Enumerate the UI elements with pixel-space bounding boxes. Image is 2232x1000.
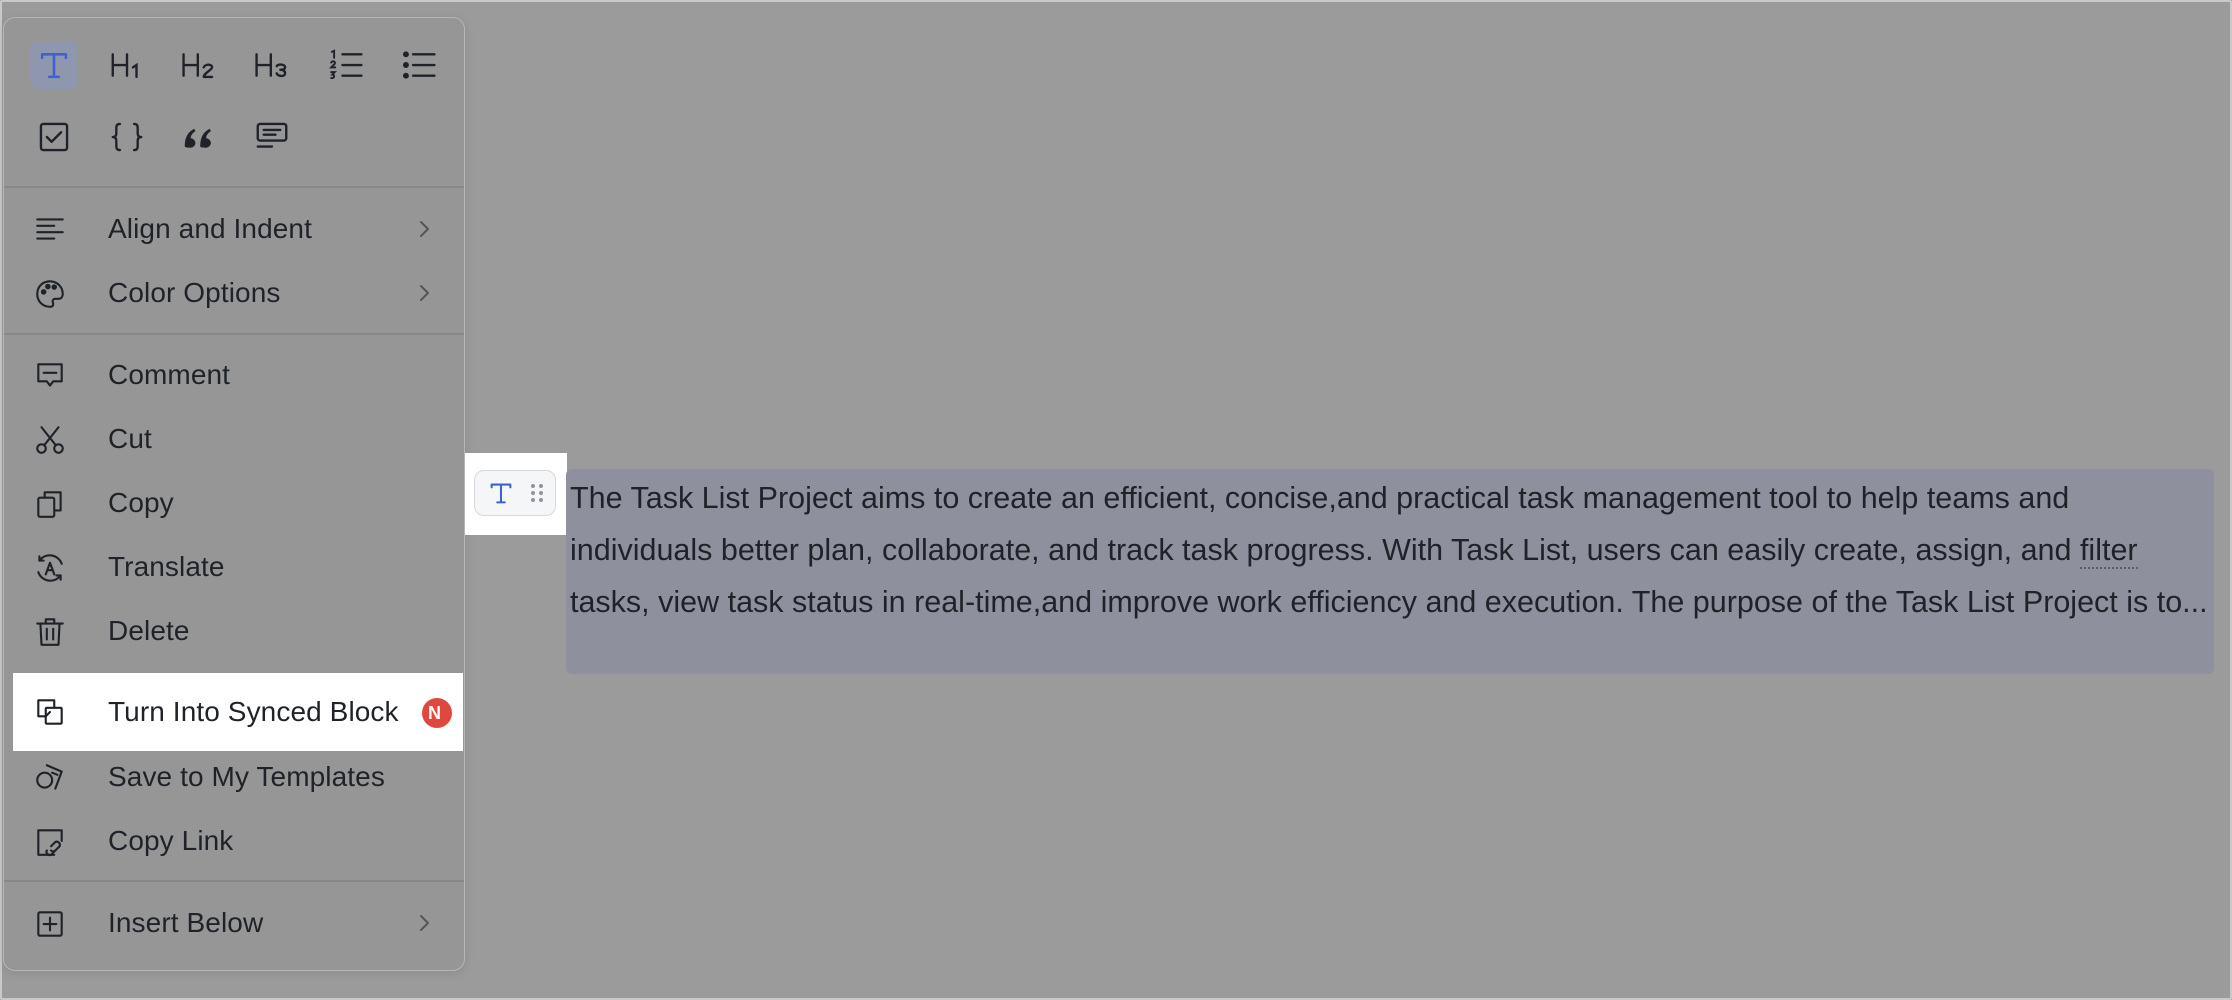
- quote-icon[interactable]: [175, 113, 223, 161]
- text-icon[interactable]: [30, 41, 78, 89]
- paragraph-text: The Task List Project aims to create an …: [570, 481, 2080, 567]
- trash-icon: [32, 614, 68, 650]
- scissors-icon: [32, 422, 68, 458]
- new-badge: N: [422, 698, 452, 728]
- translate-item[interactable]: Translate: [4, 536, 464, 598]
- color-options-label: Color Options: [108, 277, 281, 308]
- copy-item[interactable]: Copy: [4, 472, 464, 534]
- translate-icon: [32, 550, 68, 586]
- insert-below-item[interactable]: Insert Below: [4, 892, 464, 954]
- align-indent-label: Align and Indent: [108, 213, 312, 244]
- templates-icon: [32, 760, 68, 796]
- checkbox-icon[interactable]: [30, 113, 78, 161]
- cut-label: Cut: [108, 423, 152, 454]
- copy-link-item[interactable]: Copy Link: [4, 810, 464, 872]
- translate-label: Translate: [108, 551, 225, 582]
- menu-divider: [4, 333, 464, 335]
- synced-block-icon: [32, 694, 68, 730]
- align-left-icon: [32, 212, 68, 248]
- block-handle-highlight: [465, 453, 567, 535]
- save-templates-item[interactable]: Save to My Templates: [4, 746, 464, 808]
- heading2-icon[interactable]: [175, 41, 223, 89]
- save-templates-label: Save to My Templates: [108, 761, 385, 792]
- comment-label: Comment: [108, 359, 231, 390]
- cut-item[interactable]: Cut: [4, 408, 464, 470]
- new-badge-clip: N: [413, 673, 454, 751]
- bullet-list-icon[interactable]: [395, 41, 443, 89]
- delete-label: Delete: [108, 615, 190, 646]
- comment-icon: [32, 358, 68, 394]
- menu-divider: [4, 186, 464, 188]
- delete-item[interactable]: Delete: [4, 600, 464, 662]
- insert-below-label: Insert Below: [108, 907, 264, 938]
- paragraph-text-end: tasks, view task status in real-time,and…: [570, 585, 2208, 619]
- link-icon: [32, 824, 68, 860]
- menu-divider: [4, 880, 464, 882]
- block-context-menu: Align and Indent Color Options Comment C…: [3, 17, 465, 971]
- paragraph-block[interactable]: The Task List Project aims to create an …: [570, 472, 2210, 628]
- color-options-item[interactable]: Color Options: [4, 262, 464, 324]
- heading3-icon[interactable]: [248, 41, 296, 89]
- turn-into-synced-block-item[interactable]: Turn Into Synced Block N: [13, 673, 463, 751]
- ordered-list-icon[interactable]: [322, 41, 370, 89]
- palette-icon: [32, 276, 68, 312]
- code-block-icon[interactable]: [103, 113, 151, 161]
- text-icon: [490, 483, 512, 504]
- chevron-right-icon: [420, 221, 429, 237]
- plus-square-icon: [32, 906, 68, 942]
- drag-handle-icon[interactable]: [527, 482, 547, 504]
- chevron-right-icon: [420, 285, 429, 301]
- turn-into-synced-block-label: Turn Into Synced Block: [108, 696, 399, 727]
- chevron-right-icon: [420, 915, 429, 931]
- comment-item[interactable]: Comment: [4, 344, 464, 406]
- heading1-icon[interactable]: [103, 41, 151, 89]
- underlined-word: filter: [2079, 533, 2138, 569]
- copy-label: Copy: [108, 487, 174, 518]
- copy-icon: [32, 486, 68, 522]
- block-handle[interactable]: [474, 470, 556, 516]
- copy-link-label: Copy Link: [108, 825, 234, 856]
- callout-icon[interactable]: [248, 113, 296, 161]
- align-indent-item[interactable]: Align and Indent: [4, 198, 464, 260]
